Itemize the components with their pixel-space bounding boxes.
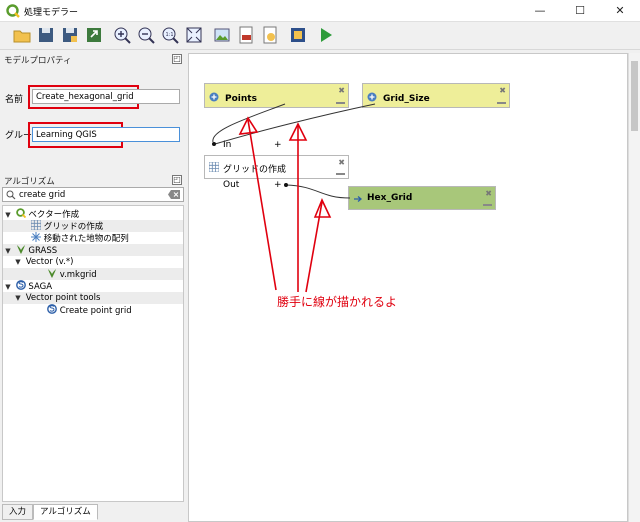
input-node-label: Points xyxy=(225,94,257,104)
node-delete-icon[interactable]: ✖ xyxy=(338,86,345,95)
expand-arrow-icon[interactable]: ▼ xyxy=(13,256,23,268)
zoom-in-icon[interactable] xyxy=(112,25,132,45)
grid-icon xyxy=(209,162,219,172)
export-icon[interactable] xyxy=(84,25,104,45)
output-arrow-icon xyxy=(354,196,363,202)
clear-search-icon[interactable] xyxy=(168,190,180,199)
node-collapse-icon[interactable] xyxy=(483,204,492,206)
zoom-full-icon[interactable] xyxy=(184,25,204,45)
tree-item-label: 移動された地物の配列 xyxy=(43,234,129,244)
tree-item-label: GRASS xyxy=(28,246,58,256)
tree-item-label: SAGA xyxy=(28,282,53,292)
zoom-actual-icon[interactable]: 1:1 xyxy=(160,25,180,45)
tree-item-label: v.mkgrid xyxy=(59,270,97,280)
tree-item-vector-point-tools[interactable]: ▼ Vector point tools xyxy=(3,292,183,304)
vertical-scrollbar[interactable] xyxy=(628,53,640,522)
save-as-icon[interactable] xyxy=(60,25,80,45)
save-icon[interactable] xyxy=(36,25,56,45)
node-collapse-icon[interactable] xyxy=(497,102,506,104)
tab-input[interactable]: 入力 xyxy=(2,504,34,520)
grass-icon xyxy=(16,245,25,254)
algorithm-search-input[interactable]: create grid xyxy=(2,187,184,202)
group-input[interactable]: Learning QGIS xyxy=(32,127,180,142)
title-bar: 処理モデラー — ☐ ✕ xyxy=(0,0,640,22)
export-image-icon[interactable] xyxy=(212,25,232,45)
tree-item-label: Vector point tools xyxy=(25,293,101,303)
run-icon[interactable] xyxy=(316,25,336,45)
alg-in-label: In xyxy=(223,140,232,150)
alg-in-expand[interactable]: + xyxy=(274,140,282,150)
annotation-text: 勝手に線が描かれるよ xyxy=(277,295,398,309)
tree-item-label: ベクター作成 xyxy=(28,210,80,220)
input-node-points[interactable]: Points ✖ xyxy=(204,83,349,108)
tree-item-create-point-grid[interactable]: Create point grid xyxy=(3,304,183,316)
node-delete-icon[interactable]: ✖ xyxy=(499,86,506,95)
panel-float-icon[interactable]: ◰ xyxy=(172,54,182,64)
zoom-out-icon[interactable] xyxy=(136,25,156,45)
qgis-icon xyxy=(15,208,26,219)
tree-item-label: グリッドの作成 xyxy=(43,222,104,232)
svg-text:1:1: 1:1 xyxy=(166,32,174,38)
name-label: 名前 xyxy=(5,95,24,105)
tree-item-v-mkgrid[interactable]: v.mkgrid xyxy=(3,268,183,280)
node-delete-icon[interactable]: ✖ xyxy=(338,158,345,167)
tree-item-create-grid[interactable]: グリッドの作成 xyxy=(3,219,183,232)
name-input[interactable]: Create_hexagonal_grid xyxy=(32,89,180,104)
tree-item-label: Vector (v.*) xyxy=(25,257,74,267)
model-properties-title: モデルプロパティ xyxy=(4,56,72,66)
tree-item-vector-creation[interactable]: ▼ ベクター作成 xyxy=(3,208,183,220)
model-canvas[interactable] xyxy=(188,53,628,522)
node-collapse-icon[interactable] xyxy=(336,173,345,175)
tree-item-label: Create point grid xyxy=(59,306,132,316)
tree-item-saga[interactable]: ▼ SAGA xyxy=(3,280,183,292)
alg-out-expand[interactable]: + xyxy=(274,180,282,190)
tree-item-vector-v[interactable]: ▼ Vector (v.*) xyxy=(3,256,183,268)
alg-out-label: Out xyxy=(223,180,240,190)
output-node-hex-grid[interactable]: Hex_Grid ✖ xyxy=(348,186,496,210)
algorithms-panel-title: アルゴリズム xyxy=(4,177,55,187)
saga-icon xyxy=(15,280,26,290)
input-node-grid-size[interactable]: Grid_Size ✖ xyxy=(362,83,510,108)
plus-input-icon xyxy=(367,92,377,102)
export-svg-icon[interactable] xyxy=(260,25,280,45)
grass-icon xyxy=(48,269,56,278)
grid-icon xyxy=(30,219,42,231)
scrollbar-thumb[interactable] xyxy=(631,61,638,131)
algorithm-tree: ▼ ベクター作成 グリッドの作成 移動された地物の配列 ▼ GRASS ▼ Ve… xyxy=(2,205,184,502)
tree-item-shifted-array[interactable]: 移動された地物の配列 xyxy=(3,232,183,244)
algorithm-node-label: グリッドの作成 xyxy=(223,165,287,175)
tree-item-grass[interactable]: ▼ GRASS xyxy=(3,244,183,256)
node-delete-icon[interactable]: ✖ xyxy=(485,189,492,198)
tab-algorithms[interactable]: アルゴリズム xyxy=(33,504,98,520)
search-icon xyxy=(6,190,16,200)
toolbar: 1:1 xyxy=(0,22,640,50)
window-title: 処理モデラー xyxy=(24,8,79,18)
maximize-button[interactable]: ☐ xyxy=(560,0,600,22)
qgis-logo-icon xyxy=(6,4,20,18)
input-node-label: Grid_Size xyxy=(383,94,430,104)
plus-input-icon xyxy=(209,92,219,102)
algorithm-node-create-grid[interactable]: グリッドの作成 ✖ xyxy=(204,155,349,179)
minimize-button[interactable]: — xyxy=(520,0,560,22)
saga-icon xyxy=(47,304,57,314)
open-icon[interactable] xyxy=(12,25,32,45)
output-node-label: Hex_Grid xyxy=(367,193,413,203)
algorithms-panel-float-icon[interactable]: ◰ xyxy=(172,175,182,185)
export-pdf-icon[interactable] xyxy=(236,25,256,45)
node-collapse-icon[interactable] xyxy=(336,102,345,104)
export-python-icon[interactable] xyxy=(288,25,308,45)
expand-arrow-icon[interactable]: ▼ xyxy=(13,292,23,304)
close-button[interactable]: ✕ xyxy=(600,0,640,22)
snowflake-icon xyxy=(31,232,41,242)
